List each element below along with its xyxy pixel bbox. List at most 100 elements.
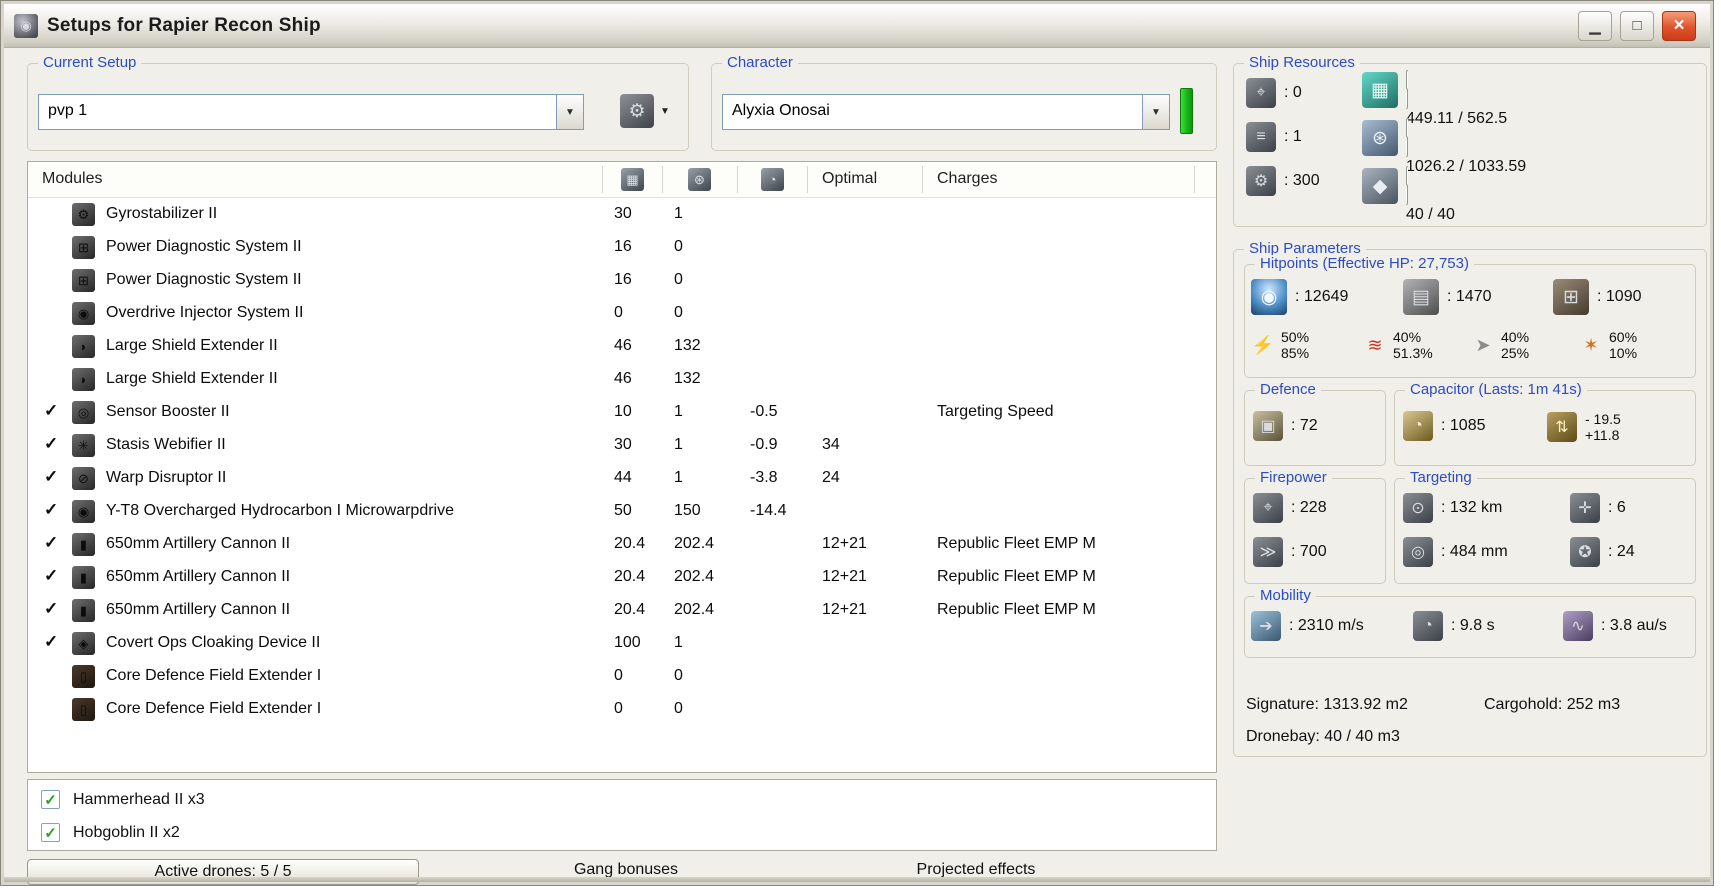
- cpu-icon: ▦: [1362, 72, 1398, 108]
- gang-bonuses-toggle[interactable]: Gang bonuses: [431, 861, 821, 879]
- module-optimal: 12+21: [822, 601, 867, 618]
- module-active-check: ✓: [44, 401, 59, 420]
- module-row[interactable]: ✓ ▮ 650mm Artillery Cannon II 20.4 202.4…: [28, 561, 1216, 594]
- character-group: Character Alyxia Onosai ▼: [711, 54, 1217, 151]
- module-pg: 1: [674, 205, 683, 222]
- module-optimal: 12+21: [822, 535, 867, 552]
- module-row[interactable]: ▯ Core Defence Field Extender I 0 0: [28, 660, 1216, 693]
- module-row[interactable]: ✓ ▮ 650mm Artillery Cannon II 20.4 202.4…: [28, 594, 1216, 627]
- module-row[interactable]: ✓ ◎ Sensor Booster II 10 1 -0.5 Targetin…: [28, 396, 1216, 429]
- module-cpu: 30: [614, 436, 632, 453]
- em-resist-bottom: 85%: [1281, 345, 1310, 361]
- align-time-stat: ◔ : 9.8 s: [1413, 611, 1495, 641]
- close-button[interactable]: ×: [1662, 10, 1696, 41]
- module-row[interactable]: ⊞ Power Diagnostic System II 16 0: [28, 264, 1216, 297]
- module-pg: 150: [674, 502, 701, 519]
- capacitor-amount-value: : 1085: [1441, 417, 1486, 434]
- module-name: 650mm Artillery Cannon II: [106, 535, 291, 552]
- module-row[interactable]: ✓ ✳ Stasis Webifier II 30 1 -0.9 34: [28, 429, 1216, 462]
- capacitor-drain-value: - 19.5: [1585, 411, 1621, 427]
- microwarpdrive-icon: ◉: [72, 500, 95, 523]
- module-pg: 202.4: [674, 601, 715, 618]
- explosive-resist-cell: ✶ 60% 10%: [1579, 329, 1637, 361]
- warp-speed-value: : 3.8 au/s: [1601, 617, 1667, 634]
- module-row[interactable]: ⊞ Power Diagnostic System II 16 0: [28, 231, 1216, 264]
- cap-flux-icon: ⇅: [1547, 412, 1577, 442]
- drone-item[interactable]: ✓ Hobgoblin II x2: [28, 816, 1216, 849]
- setup-select-arrow[interactable]: ▼: [556, 95, 583, 129]
- module-row[interactable]: ⚙ Gyrostabilizer II 30 1: [28, 198, 1216, 231]
- column-divider: [807, 166, 808, 193]
- defence-group: Defence ▣ : 72: [1244, 381, 1386, 466]
- cpu-column-icon: ▦: [621, 168, 644, 191]
- minimize-button[interactable]: ▁: [1578, 10, 1612, 41]
- turret-slots-value: : 0: [1284, 84, 1302, 101]
- module-pg: 202.4: [674, 535, 715, 552]
- structure-hp-value: : 1090: [1597, 288, 1642, 305]
- stasis-webifier-icon: ✳: [72, 434, 95, 457]
- drone-item[interactable]: ✓ Hammerhead II x3: [28, 783, 1216, 816]
- module-name: Core Defence Field Extender I: [106, 667, 322, 684]
- module-cpu: 50: [614, 502, 632, 519]
- powergrid-icon: ⊛: [1362, 120, 1398, 156]
- character-label: Character: [722, 54, 798, 71]
- module-row[interactable]: ✓ ▮ 650mm Artillery Cannon II 20.4 202.4…: [28, 528, 1216, 561]
- projected-effects-toggle[interactable]: Projected effects: [821, 861, 1131, 879]
- character-select-value: Alyxia Onosai: [732, 102, 830, 119]
- module-cpu: 16: [614, 238, 632, 255]
- shield-extender-icon: ◗: [72, 368, 95, 391]
- module-charges: Republic Fleet EMP M: [937, 568, 1096, 585]
- shield-hp-value: : 12649: [1295, 288, 1349, 305]
- module-row[interactable]: ✓ ◉ Y-T8 Overcharged Hydrocarbon I Micro…: [28, 495, 1216, 528]
- drone-checkbox[interactable]: ✓: [41, 823, 60, 842]
- window-icon: ◉: [14, 13, 38, 38]
- module-active-check: ✓: [44, 434, 59, 453]
- module-pg: 1: [674, 403, 683, 420]
- maximize-button[interactable]: □: [1620, 10, 1654, 41]
- module-cpu: 20.4: [614, 601, 646, 618]
- module-pg: 1: [674, 634, 683, 651]
- module-name: Power Diagnostic System II: [106, 238, 302, 255]
- targeting-label: Targeting: [1405, 469, 1477, 486]
- module-row[interactable]: ✓ ◈ Covert Ops Cloaking Device II 100 1: [28, 627, 1216, 660]
- launcher-slots-value: : 1: [1284, 128, 1302, 145]
- kinetic-resist-top: 40%: [1501, 329, 1530, 345]
- rig-icon: ▯: [72, 698, 95, 721]
- ship-parameters-group: Ship Parameters Hitpoints (Effective HP:…: [1233, 240, 1707, 757]
- structure-hp-stat: ⊞ : 1090: [1553, 279, 1641, 315]
- module-cpu: 100: [614, 634, 641, 651]
- character-select[interactable]: Alyxia Onosai ▼: [722, 94, 1170, 130]
- module-cpu: 30: [614, 205, 632, 222]
- align-icon: ◔: [1413, 611, 1443, 641]
- dps-value: : 228: [1291, 499, 1327, 516]
- character-select-arrow[interactable]: ▼: [1142, 95, 1169, 129]
- module-row[interactable]: ✓ ⊘ Warp Disruptor II 44 1 -3.8 24: [28, 462, 1216, 495]
- current-setup-group: Current Setup pvp 1 ▼ ⚙ ▼: [27, 54, 689, 151]
- armor-hp-icon: ▤: [1403, 279, 1439, 315]
- kinetic-resist-cell: ➤ 40% 25%: [1471, 329, 1529, 361]
- module-row[interactable]: ◗ Large Shield Extender II 46 132: [28, 330, 1216, 363]
- setup-select[interactable]: pvp 1 ▼: [38, 94, 584, 130]
- module-cpu: 20.4: [614, 568, 646, 585]
- module-cpu: 46: [614, 337, 632, 354]
- align-time-value: : 9.8 s: [1451, 617, 1495, 634]
- module-cpu: 10: [614, 403, 632, 420]
- module-row[interactable]: ▯ Core Defence Field Extender I 0 0: [28, 693, 1216, 726]
- module-row[interactable]: ◉ Overdrive Injector System II 0 0: [28, 297, 1216, 330]
- firepower-group: Firepower ⌖ : 228 ≫ : 700: [1244, 469, 1386, 584]
- module-pg: 0: [674, 304, 683, 321]
- setup-actions-button[interactable]: ⚙ ▼: [614, 92, 676, 130]
- artillery-icon: ▮: [72, 533, 95, 556]
- drone-checkbox[interactable]: ✓: [41, 790, 60, 809]
- capacitor-group: Capacitor (Lasts: 1m 41s) ◔ : 1085 ⇅ - 1…: [1394, 381, 1696, 466]
- cloak-icon: ◈: [72, 632, 95, 655]
- active-drones-button[interactable]: Active drones: 5 / 5: [27, 859, 419, 885]
- dronebay-resource: ◆ 40 / 40: [1362, 166, 1678, 224]
- armor-hp-value: : 1470: [1447, 288, 1492, 305]
- powergrid-column-icon: ⊛: [688, 168, 711, 191]
- module-cap: -3.8: [750, 469, 778, 486]
- explosive-resist-bottom: 10%: [1609, 345, 1638, 361]
- signature-text: Signature: 1313.92 m2: [1246, 696, 1408, 713]
- module-row[interactable]: ◗ Large Shield Extender II 46 132: [28, 363, 1216, 396]
- module-cap: -0.9: [750, 436, 778, 453]
